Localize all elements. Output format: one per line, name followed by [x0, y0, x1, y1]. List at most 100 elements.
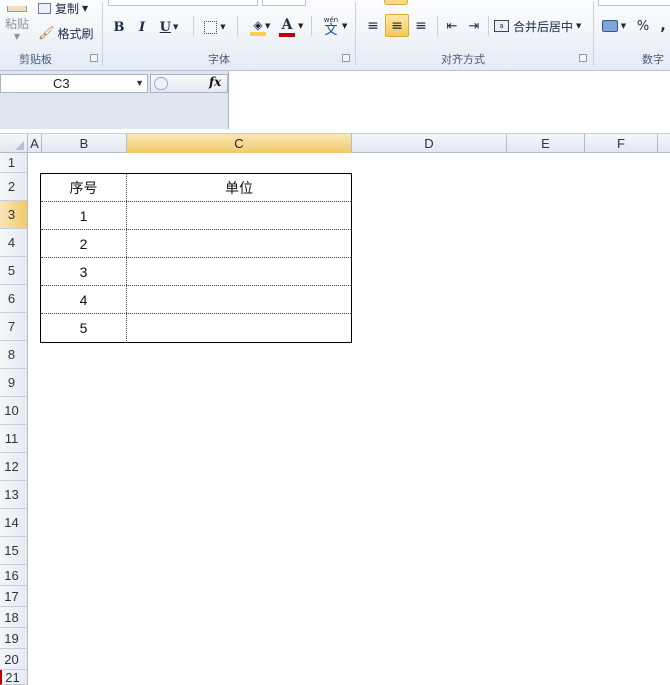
- name-box[interactable]: C3 ▼: [0, 74, 148, 93]
- row-header[interactable]: 17: [0, 586, 28, 607]
- chevron-down-icon: ▼: [220, 23, 226, 31]
- format-painter-label: 格式刷: [57, 26, 94, 41]
- divider: [593, 2, 594, 66]
- row-header[interactable]: 16: [0, 565, 28, 586]
- chevron-down-icon[interactable]: ▼: [265, 22, 270, 30]
- formula-input[interactable]: [228, 71, 670, 129]
- row-header[interactable]: 10: [0, 397, 28, 425]
- increase-indent-icon: ⇥: [468, 18, 480, 34]
- row-header[interactable]: 20: [0, 649, 28, 670]
- row-header[interactable]: 12: [0, 453, 28, 481]
- orientation-button[interactable]: [384, 0, 408, 5]
- row-header[interactable]: 9: [0, 369, 28, 397]
- insert-function-button[interactable]: fx: [209, 75, 221, 89]
- paste-button[interactable]: 粘贴 ▼: [0, 0, 34, 46]
- increase-indent-button[interactable]: ⇥: [464, 15, 484, 37]
- font-launcher[interactable]: [342, 54, 350, 62]
- select-all-icon: [15, 141, 24, 150]
- copy-button[interactable]: 复制 ▼: [38, 0, 88, 16]
- merge-cells-icon: a: [494, 20, 509, 32]
- row-header[interactable]: 2: [0, 173, 28, 201]
- row-header[interactable]: 8: [0, 341, 28, 369]
- border-button[interactable]: ▼: [200, 17, 230, 37]
- clipboard-launcher[interactable]: [90, 54, 98, 62]
- underline-button[interactable]: U ▼: [156, 17, 182, 37]
- divider: [311, 16, 312, 36]
- cell-index[interactable]: 4: [41, 286, 127, 313]
- row-header[interactable]: 5: [0, 257, 28, 285]
- row-header[interactable]: 18: [0, 607, 28, 628]
- header-cell-index[interactable]: 序号: [41, 174, 127, 201]
- divider: [488, 16, 489, 36]
- cell-index[interactable]: 5: [41, 314, 127, 341]
- expand-handle-icon[interactable]: [154, 77, 168, 90]
- chevron-down-icon[interactable]: ▼: [342, 22, 347, 30]
- chevron-down-icon: ▼: [13, 31, 21, 41]
- phonetic-button[interactable]: wén 文: [318, 14, 344, 40]
- number-format-box[interactable]: [598, 0, 670, 6]
- formula-tools: fx: [150, 74, 228, 93]
- copy-label: 复制: [55, 1, 80, 16]
- brush-icon: 🖌: [38, 25, 55, 41]
- italic-button[interactable]: I: [133, 17, 151, 37]
- column-header-b[interactable]: B: [42, 134, 127, 153]
- merge-center-button[interactable]: a 合并后居中 ▼: [494, 15, 581, 37]
- column-header-d[interactable]: D: [352, 134, 507, 153]
- cell-index[interactable]: 3: [41, 258, 127, 285]
- row-header[interactable]: 15: [0, 537, 28, 565]
- decrease-indent-icon: ⇤: [446, 18, 458, 34]
- column-header-e[interactable]: E: [507, 134, 585, 153]
- merge-center-label: 合并后居中: [513, 19, 574, 34]
- row-header[interactable]: 19: [0, 628, 28, 649]
- column-header-c[interactable]: C: [127, 134, 352, 153]
- chevron-down-icon: ▼: [576, 22, 582, 30]
- align-left-icon: ≡: [367, 18, 379, 34]
- row-header[interactable]: 14: [0, 509, 28, 537]
- divider: [102, 2, 103, 66]
- font-color-button[interactable]: A: [276, 15, 298, 39]
- accounting-format-button[interactable]: ▼: [598, 15, 630, 37]
- cell-unit[interactable]: [127, 202, 351, 229]
- row-header[interactable]: 21: [0, 670, 28, 685]
- font-size-box[interactable]: [262, 0, 306, 6]
- row-header[interactable]: 4: [0, 229, 28, 257]
- comma-button[interactable]: ,: [656, 15, 670, 37]
- align-right-button[interactable]: ≡: [411, 15, 431, 37]
- paint-bucket-icon: ◈: [253, 18, 263, 32]
- row-header[interactable]: 13: [0, 481, 28, 509]
- format-painter-button[interactable]: 🖌 格式刷: [38, 24, 94, 42]
- row-header[interactable]: 6: [0, 285, 28, 313]
- cell-unit[interactable]: [127, 258, 351, 285]
- align-center-button[interactable]: ≡: [385, 14, 409, 37]
- clipboard-group-label: 剪贴板: [19, 53, 52, 66]
- align-left-button[interactable]: ≡: [363, 15, 383, 37]
- row-header[interactable]: 1: [0, 153, 28, 173]
- select-all-button[interactable]: [0, 134, 28, 153]
- phonetic-char: 文: [324, 23, 338, 38]
- font-name-box[interactable]: [108, 0, 258, 6]
- cell-index[interactable]: 2: [41, 230, 127, 257]
- row-header[interactable]: 7: [0, 313, 28, 341]
- paste-label: 粘贴: [4, 16, 29, 31]
- bold-button[interactable]: B: [110, 17, 128, 37]
- column-header-a[interactable]: A: [28, 134, 42, 153]
- row-header[interactable]: 3: [0, 201, 28, 229]
- cell-unit[interactable]: [127, 286, 351, 313]
- column-header-f[interactable]: F: [585, 134, 658, 153]
- alignment-launcher[interactable]: [579, 54, 587, 62]
- table-row: 5: [41, 314, 351, 342]
- cell-unit[interactable]: [127, 230, 351, 257]
- header-cell-unit[interactable]: 单位: [127, 174, 351, 201]
- cell-unit[interactable]: [127, 314, 351, 341]
- row-header[interactable]: 11: [0, 425, 28, 453]
- chevron-down-icon[interactable]: ▼: [298, 22, 303, 30]
- cell-index[interactable]: 1: [41, 202, 127, 229]
- column-headers: A B C D E F: [0, 133, 670, 153]
- percent-button[interactable]: %: [634, 15, 652, 37]
- chevron-down-icon[interactable]: ▼: [135, 78, 144, 88]
- table-row: 2: [41, 230, 351, 258]
- decrease-indent-button[interactable]: ⇤: [442, 15, 462, 37]
- chevron-down-icon: ▼: [620, 22, 627, 30]
- copy-icon: [38, 2, 51, 14]
- italic-label: I: [138, 19, 146, 35]
